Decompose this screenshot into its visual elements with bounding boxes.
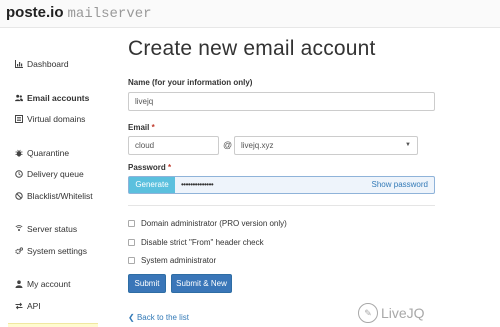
sidebar-notice-bar [8,323,98,327]
system-admin-checkbox-row[interactable]: System administrator [128,256,216,265]
sidebar-item-my-account[interactable]: My account [15,279,70,289]
email-label: Email * [128,123,155,132]
sidebar-item-dashboard[interactable]: Dashboard [15,59,69,69]
brand-logo[interactable]: poste.io mailserver [6,4,152,22]
password-label: Password * [128,163,171,172]
name-input[interactable]: livejq [128,92,435,111]
show-password-link[interactable]: Show password [372,177,428,193]
brand-sub: mailserver [67,6,152,22]
sidebar: Dashboard Email accounts Virtual domains… [0,29,112,327]
password-group: Generate •••••••••••••• Show password [128,176,435,194]
sidebar-item-label: Dashboard [27,59,69,69]
bar-chart-icon [15,60,23,68]
password-label-text: Password [128,163,166,172]
exchange-icon [15,302,23,310]
back-to-list-link[interactable]: ❮ Back to the list [128,313,189,322]
domain-select[interactable]: livejq.xyz ▼ [234,136,418,155]
signal-icon [15,225,23,233]
sidebar-item-label: Server status [27,224,78,234]
brand-main: poste.io [6,4,64,21]
checkbox-label: Disable strict "From" header check [141,238,264,247]
watermark-text: LiveJQ [381,305,425,321]
page-title: Create new email account [128,37,376,60]
back-link-label: Back to the list [136,313,189,322]
sidebar-item-label: Blacklist/Whitelist [27,191,93,201]
generate-button[interactable]: Generate [129,177,175,193]
email-label-text: Email [128,123,150,132]
sidebar-item-label: Quarantine [27,148,70,158]
checkbox-label: Domain administrator (PRO version only) [141,219,287,228]
email-local-input[interactable]: cloud [128,136,219,155]
sidebar-item-quarantine[interactable]: Quarantine [15,148,69,158]
sidebar-item-label: Delivery queue [27,169,84,179]
domain-admin-checkbox-row[interactable]: Domain administrator (PRO version only) [128,219,287,228]
disable-strict-from-checkbox-row[interactable]: Disable strict "From" header check [128,238,264,247]
top-navbar: poste.io mailserver [0,0,500,28]
sidebar-item-blacklist-whitelist[interactable]: Blacklist/Whitelist [15,191,93,201]
cogs-icon [15,247,23,255]
disable-strict-from-checkbox[interactable] [128,239,135,246]
sidebar-item-server-status[interactable]: Server status [15,224,77,234]
checkbox-label: System administrator [141,256,217,265]
sidebar-item-email-accounts[interactable]: Email accounts [15,93,89,103]
at-sign: @ [223,140,233,150]
sidebar-item-label: My account [27,279,71,289]
sidebar-item-api[interactable]: API [15,301,41,311]
sidebar-item-system-settings[interactable]: System settings [15,246,87,256]
submit-and-new-button[interactable]: Submit & New [171,274,232,293]
ban-icon [15,192,23,200]
clock-icon [15,170,23,178]
sidebar-item-label: Email accounts [27,93,90,103]
watermark-logo-icon: ✎ [358,303,378,323]
sidebar-item-virtual-domains[interactable]: Virtual domains [15,114,85,124]
password-input[interactable]: •••••••••••••• [181,177,214,193]
chevron-left-icon: ❮ [128,313,135,322]
required-mark: * [151,123,155,132]
users-icon [15,94,23,102]
sidebar-item-label: API [27,301,41,311]
domain-admin-checkbox[interactable] [128,220,135,227]
main-content: Create new email account Name (for your … [128,29,438,327]
sidebar-item-label: Virtual domains [27,114,86,124]
user-icon [15,280,23,288]
bug-icon [15,149,23,157]
list-icon [15,115,23,123]
name-label: Name (for your information only) [128,78,253,87]
form-divider [128,205,435,206]
required-mark: * [168,163,172,172]
watermark: ✎ LiveJQ [358,303,425,323]
system-admin-checkbox[interactable] [128,257,135,264]
sidebar-item-label: System settings [27,246,87,256]
chevron-down-icon: ▼ [405,142,411,148]
domain-select-value: livejq.xyz [241,141,274,150]
submit-button[interactable]: Submit [128,274,166,293]
sidebar-item-delivery-queue[interactable]: Delivery queue [15,169,84,179]
